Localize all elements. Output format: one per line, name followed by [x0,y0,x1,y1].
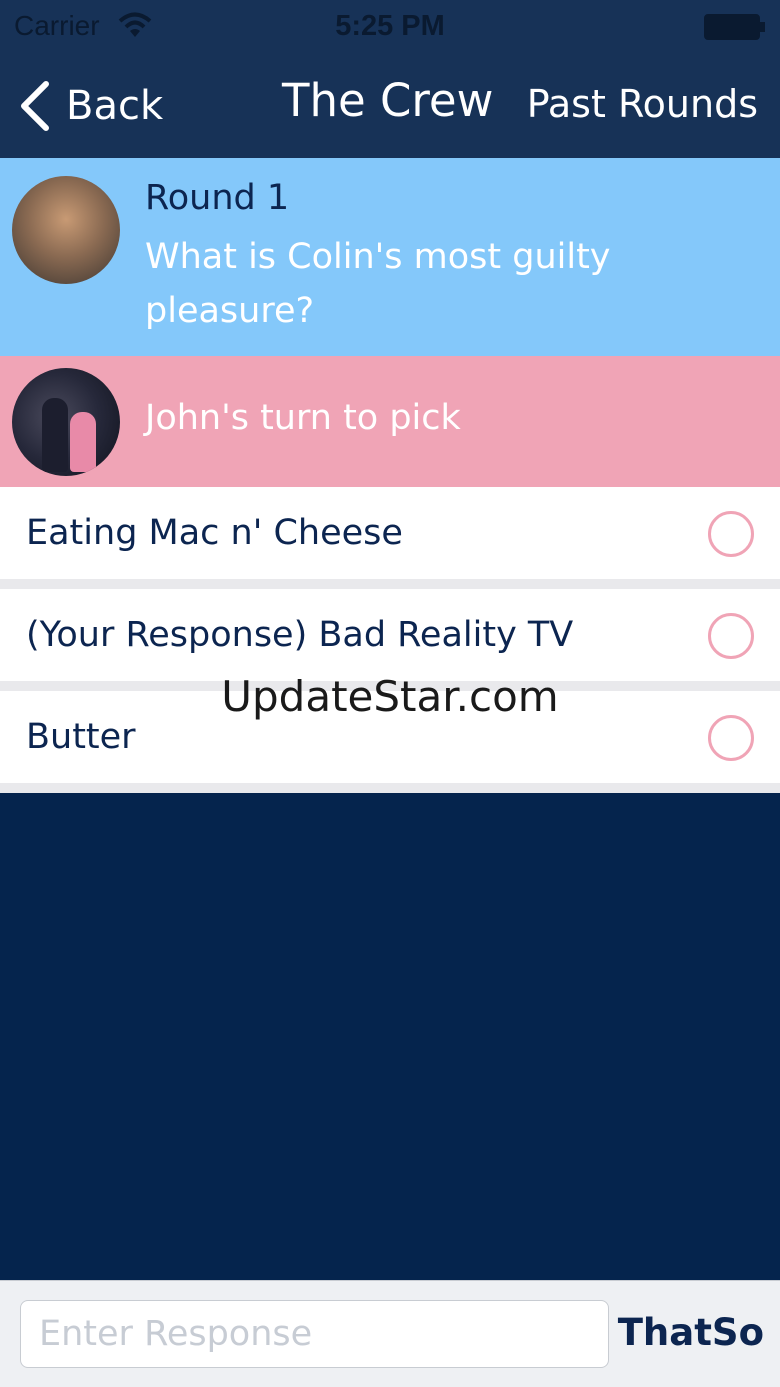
response-option[interactable]: Eating Mac n' Cheese [0,487,780,579]
turn-row: John's turn to pick [0,356,780,487]
send-button[interactable]: ThatSo [618,1311,764,1354]
radio-circle-icon[interactable] [708,511,754,557]
app-screen: Carrier 5:25 PM Back The Crew Past Round… [0,0,780,1387]
option-label: (Your Response) Bad Reality TV [26,615,574,655]
battery-icon [704,14,765,40]
nav-bar: Back The Crew Past Rounds [0,56,780,158]
radio-circle-icon[interactable] [708,613,754,659]
round-header: Round 1 What is Colin's most guilty plea… [0,158,780,356]
option-label: Butter [26,717,136,757]
round-question: What is Colin's most guilty pleasure? [145,237,611,331]
radio-circle-icon[interactable] [708,715,754,761]
watermark: UpdateStar.com [221,672,559,721]
divider [0,579,780,589]
turn-text: John's turn to pick [145,398,461,438]
response-option[interactable]: (Your Response) Bad Reality TV [0,589,780,681]
round-label: Round 1 [145,178,290,218]
picker-avatar [12,368,120,476]
back-button[interactable]: Back [18,78,163,134]
back-label: Back [66,83,164,129]
option-label: Eating Mac n' Cheese [26,513,403,553]
group-title: The Crew [282,74,494,127]
status-time: 5:25 PM [335,10,445,42]
past-rounds-link[interactable]: Past Rounds [527,82,758,126]
response-input[interactable] [20,1300,609,1368]
composer-bar: ThatSo [0,1280,780,1387]
status-bar: Carrier 5:25 PM [0,0,780,56]
chevron-left-icon [21,81,49,131]
divider [0,783,780,793]
asker-avatar [12,176,120,284]
